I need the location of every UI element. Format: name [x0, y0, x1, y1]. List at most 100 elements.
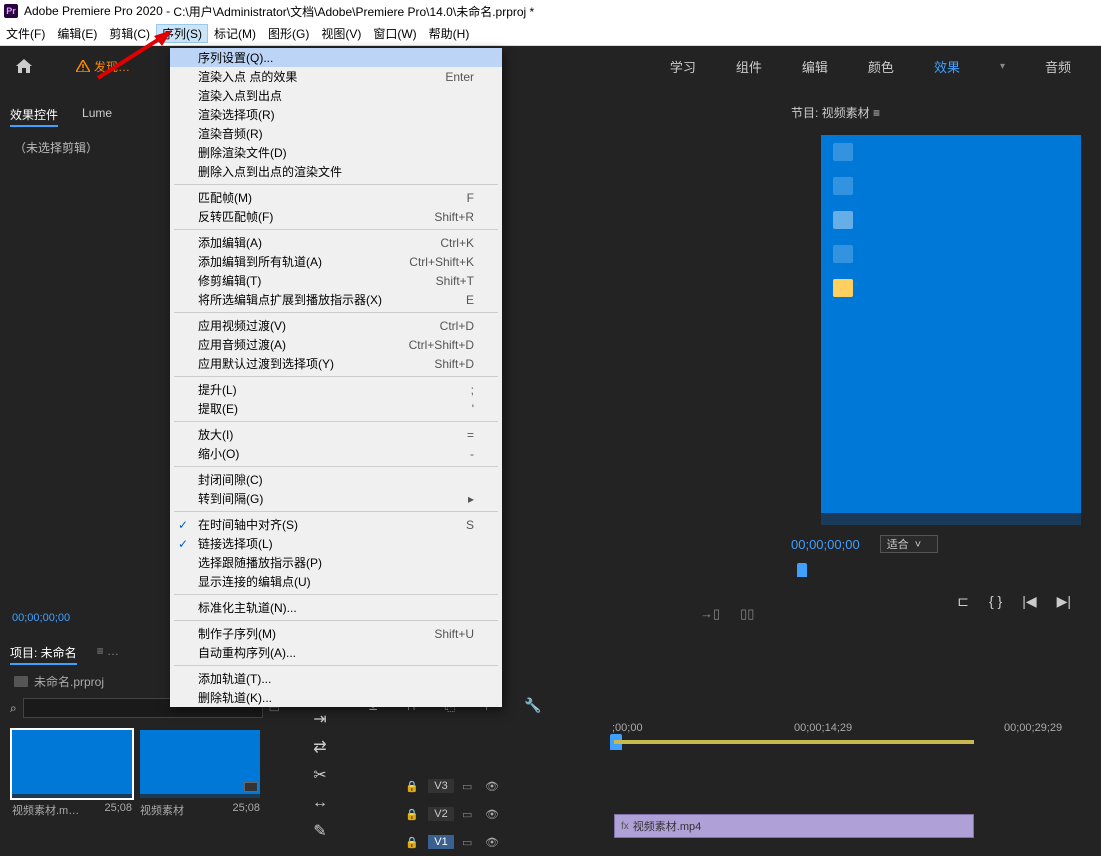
- menu-separator: [174, 511, 498, 512]
- workspace-tab[interactable]: 颜色: [868, 57, 894, 76]
- sync-lock-icon[interactable]: ▭: [462, 780, 476, 793]
- menu-item[interactable]: 标记(M): [208, 25, 262, 42]
- check-icon: ✓: [178, 537, 188, 551]
- menu-item[interactable]: 文件(F): [0, 25, 51, 42]
- menu-item[interactable]: 转到间隔(G)▸: [170, 489, 502, 508]
- menu-item-label: 制作子序列(M): [198, 625, 434, 642]
- shortcut-label: Shift+T: [436, 274, 474, 288]
- program-monitor-video[interactable]: [821, 135, 1081, 525]
- menu-item[interactable]: 序列(S): [156, 24, 208, 43]
- lock-icon[interactable]: 🔒: [404, 808, 420, 821]
- razor-tool-icon[interactable]: ✂: [310, 766, 330, 784]
- wrench-icon[interactable]: 🔧: [524, 697, 541, 714]
- project-item[interactable]: 视频素材.m…25;08: [12, 730, 132, 818]
- menu-item[interactable]: 添加编辑(A)Ctrl+K: [170, 233, 502, 252]
- menu-item-label: 在时间轴中对齐(S): [198, 516, 466, 533]
- workspace-tab[interactable]: 音频: [1045, 57, 1071, 76]
- program-timecode[interactable]: 00;00;00;00: [791, 537, 860, 552]
- track-label[interactable]: V3: [428, 779, 454, 793]
- program-ruler[interactable]: [791, 565, 1091, 585]
- menu-item[interactable]: 制作子序列(M)Shift+U: [170, 624, 502, 643]
- menu-item[interactable]: 放大(I)=: [170, 425, 502, 444]
- menu-item[interactable]: 修剪编辑(T)Shift+T: [170, 271, 502, 290]
- track-label[interactable]: V1: [428, 835, 454, 849]
- menu-item[interactable]: 应用视频过渡(V)Ctrl+D: [170, 316, 502, 335]
- pen-tool-icon[interactable]: ✎: [310, 822, 330, 840]
- zoom-fit-select[interactable]: 适合 ˅: [880, 535, 939, 553]
- menu-item[interactable]: 封闭间隙(C): [170, 470, 502, 489]
- menu-item[interactable]: 渲染选择项(R): [170, 105, 502, 124]
- warning-notice[interactable]: 发现…: [76, 58, 130, 75]
- menu-item[interactable]: 匹配帧(M)F: [170, 188, 502, 207]
- menu-item[interactable]: 显示连接的编辑点(U): [170, 572, 502, 591]
- sync-lock-icon[interactable]: ▭: [462, 836, 476, 849]
- menu-item[interactable]: 反转匹配帧(F)Shift+R: [170, 207, 502, 226]
- menu-item[interactable]: 应用默认过渡到选择项(Y)Shift+D: [170, 354, 502, 373]
- step-back-icon[interactable]: |◀: [1022, 593, 1036, 610]
- timeline-clip[interactable]: fx 视频素材.mp4: [614, 814, 974, 838]
- menu-item[interactable]: 窗口(W): [367, 25, 422, 42]
- menu-item[interactable]: 删除渲染文件(D): [170, 143, 502, 162]
- menu-item[interactable]: 选择跟随播放指示器(P): [170, 553, 502, 572]
- menu-item[interactable]: 提升(L);: [170, 380, 502, 399]
- workspace-tab[interactable]: 学习: [670, 57, 696, 76]
- track-label[interactable]: V2: [428, 807, 454, 821]
- no-clip-selected-label: （未选择剪辑）: [0, 133, 170, 162]
- home-icon[interactable]: [12, 54, 36, 78]
- menu-item[interactable]: 将所选编辑点扩展到播放指示器(X)E: [170, 290, 502, 309]
- menu-item[interactable]: 剪辑(C): [103, 25, 156, 42]
- menu-item-label: 选择跟随播放指示器(P): [198, 554, 474, 571]
- mark-in-icon[interactable]: ⊏: [957, 593, 969, 610]
- menu-item[interactable]: 删除入点到出点的渲染文件: [170, 162, 502, 181]
- shortcut-label: Ctrl+K: [440, 236, 474, 250]
- eye-icon[interactable]: 👁: [484, 836, 500, 849]
- menu-item[interactable]: 渲染入点到出点: [170, 86, 502, 105]
- menu-item[interactable]: ✓在时间轴中对齐(S)S: [170, 515, 502, 534]
- timeline-ruler[interactable]: ;00;00 00;00;14;29 00;00;29;29: [604, 722, 1101, 750]
- menu-item[interactable]: 帮助(H): [423, 25, 476, 42]
- workspace-tab[interactable]: 效果: [934, 57, 960, 76]
- step-fwd-icon[interactable]: ▶|: [1057, 593, 1071, 610]
- menu-item[interactable]: 添加编辑到所有轨道(A)Ctrl+Shift+K: [170, 252, 502, 271]
- program-playhead[interactable]: [797, 563, 807, 577]
- panel-menu-icon[interactable]: ≡ …: [97, 644, 119, 665]
- menu-item[interactable]: ✓链接选择项(L): [170, 534, 502, 553]
- menu-item[interactable]: 视图(V): [315, 25, 367, 42]
- menu-item-label: 转到间隔(G): [198, 490, 468, 507]
- chevron-down-icon[interactable]: ▾: [1000, 61, 1005, 72]
- menu-item[interactable]: 标准化主轨道(N)...: [170, 598, 502, 617]
- tab-lumetri[interactable]: Lume: [82, 106, 112, 127]
- sync-lock-icon[interactable]: ▭: [462, 808, 476, 821]
- work-area-bar[interactable]: [614, 740, 974, 744]
- menu-item[interactable]: 渲染入点 点的效果Enter: [170, 67, 502, 86]
- eye-icon[interactable]: 👁: [484, 808, 500, 821]
- menu-separator: [174, 376, 498, 377]
- workspace-tab[interactable]: 编辑: [802, 57, 828, 76]
- menu-item[interactable]: 提取(E)': [170, 399, 502, 418]
- workspace-tab[interactable]: 组件: [736, 57, 762, 76]
- eye-icon[interactable]: 👁: [484, 780, 500, 793]
- menu-item[interactable]: 渲染音频(R): [170, 124, 502, 143]
- menu-item[interactable]: 自动重构序列(A)...: [170, 643, 502, 662]
- menu-item[interactable]: 编辑(E): [51, 25, 103, 42]
- menu-item[interactable]: 缩小(O)-: [170, 444, 502, 463]
- mark-out-icon[interactable]: { }: [989, 593, 1002, 610]
- track-header[interactable]: 🔒 V3 ▭ 👁: [354, 772, 1101, 800]
- tab-project[interactable]: 项目: 未命名: [10, 644, 77, 665]
- menu-item[interactable]: 图形(G): [262, 25, 315, 42]
- menu-item[interactable]: 添加轨道(T)...: [170, 669, 502, 688]
- menu-item[interactable]: 删除轨道(K)...: [170, 688, 502, 707]
- thumbnail-image: [140, 730, 260, 798]
- project-item[interactable]: 视频素材25;08: [140, 730, 260, 818]
- track-select-tool-icon[interactable]: ⇥: [310, 710, 330, 728]
- overwrite-icon[interactable]: ▯▯: [740, 606, 754, 622]
- slip-tool-icon[interactable]: ↔: [310, 794, 330, 812]
- lock-icon[interactable]: 🔒: [404, 780, 420, 793]
- clip-name: 视频素材.mp4: [633, 818, 701, 834]
- insert-icon[interactable]: →▯: [700, 606, 720, 622]
- tab-effect-controls[interactable]: 效果控件: [10, 106, 58, 127]
- menu-item[interactable]: 序列设置(Q)...: [170, 48, 502, 67]
- lock-icon[interactable]: 🔒: [404, 836, 420, 849]
- ripple-tool-icon[interactable]: ⇄: [310, 738, 330, 756]
- menu-item[interactable]: 应用音频过渡(A)Ctrl+Shift+D: [170, 335, 502, 354]
